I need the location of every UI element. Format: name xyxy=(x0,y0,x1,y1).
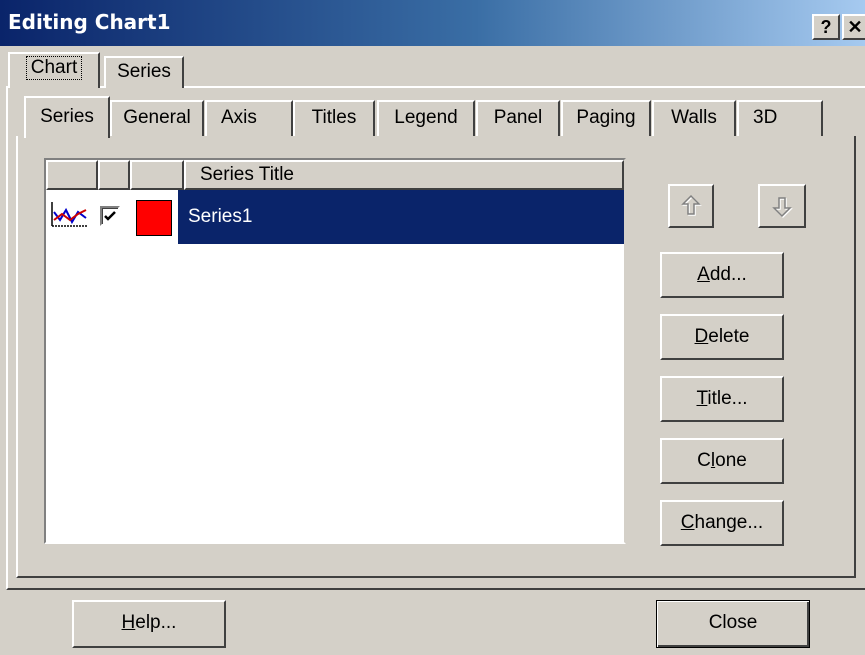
title-button-label: itle... xyxy=(707,388,748,409)
tab-walls-label: Walls xyxy=(671,107,717,128)
header-color-column[interactable] xyxy=(130,160,184,190)
change-button-label: hange... xyxy=(694,512,764,533)
delete-button[interactable]: Delete xyxy=(660,314,784,360)
change-button[interactable]: Change... xyxy=(660,500,784,546)
close-icon[interactable]: ✕ xyxy=(842,14,865,40)
tab-panel[interactable]: Panel xyxy=(476,100,560,136)
series-visible-checkbox[interactable] xyxy=(100,206,120,226)
tab-general[interactable]: General xyxy=(110,100,204,136)
header-icon-column[interactable] xyxy=(46,160,98,190)
title-button-accel: T xyxy=(696,388,708,409)
tab-series-outer-label: Series xyxy=(117,61,171,82)
tab-panel-label: Panel xyxy=(493,107,543,128)
help-icon[interactable]: ? xyxy=(812,14,840,40)
line-chart-icon xyxy=(50,200,90,230)
tab-titles[interactable]: Titles xyxy=(293,100,375,136)
add-button-label: dd... xyxy=(709,264,747,285)
tab-paging-label: Paging xyxy=(576,107,636,128)
tab-legend-label: Legend xyxy=(394,107,458,128)
series-tab-panel: Series Title Series1 Add... Delete Title… xyxy=(16,136,856,578)
series-title-text: Series1 xyxy=(188,206,253,227)
help-button-label: elp... xyxy=(135,612,177,633)
tab-3d-label: 3D xyxy=(753,107,778,128)
series-row[interactable]: Series1 xyxy=(46,190,624,244)
tab-paging[interactable]: Paging xyxy=(561,100,651,136)
clone-button-label: one xyxy=(715,450,747,471)
series-list[interactable]: Series Title Series1 xyxy=(44,158,626,544)
header-check-column[interactable] xyxy=(98,160,130,190)
help-button-accel: H xyxy=(121,612,136,633)
change-button-accel: C xyxy=(680,512,695,533)
tab-series-outer[interactable]: Series xyxy=(104,56,184,88)
arrow-down-icon xyxy=(772,197,793,219)
tab-series[interactable]: Series xyxy=(24,96,110,138)
close-button[interactable]: Close xyxy=(656,600,810,648)
add-button[interactable]: Add... xyxy=(660,252,784,298)
tab-3d[interactable]: 3D xyxy=(737,100,823,136)
tab-titles-label: Titles xyxy=(311,107,357,128)
tab-chart-label: Chart xyxy=(25,56,83,80)
add-button-accel: A xyxy=(697,264,710,285)
header-series-title[interactable]: Series Title xyxy=(184,160,624,190)
title-button[interactable]: Title... xyxy=(660,376,784,422)
tab-legend[interactable]: Legend xyxy=(377,100,475,136)
series-title-cell[interactable]: Series1 xyxy=(178,190,624,244)
tab-general-label: General xyxy=(123,107,191,128)
title-bar: Editing Chart1 ? ✕ xyxy=(0,0,865,46)
series-list-header: Series Title xyxy=(46,160,624,190)
delete-button-label: elete xyxy=(708,326,750,347)
tab-axis-label: Axis xyxy=(221,107,257,128)
window-title: Editing Chart1 xyxy=(8,10,171,34)
move-down-button[interactable] xyxy=(758,184,806,228)
tab-axis[interactable]: Axis xyxy=(205,100,293,136)
move-up-button[interactable] xyxy=(668,184,714,228)
tab-series-label: Series xyxy=(40,106,94,127)
help-button[interactable]: Help... xyxy=(72,600,226,648)
arrow-up-icon xyxy=(681,194,702,216)
close-button-label: Close xyxy=(708,612,758,633)
tab-walls[interactable]: Walls xyxy=(652,100,736,136)
clone-button[interactable]: Clone xyxy=(660,438,784,484)
delete-button-accel: D xyxy=(694,326,709,347)
series-color-swatch[interactable] xyxy=(136,200,172,236)
header-series-title-label: Series Title xyxy=(200,164,294,185)
tab-chart[interactable]: Chart xyxy=(8,52,100,88)
clone-button-label-pre: C xyxy=(697,450,711,471)
